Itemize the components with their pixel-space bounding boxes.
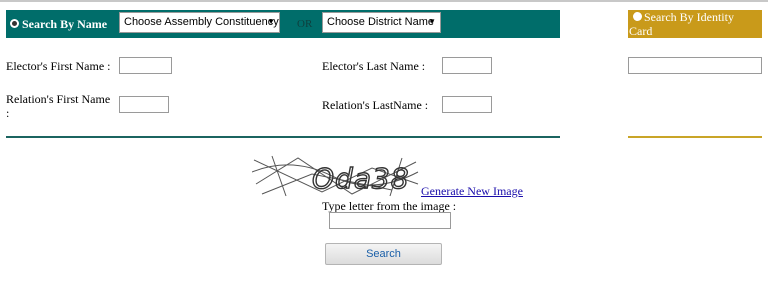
elector-first-name-input[interactable] [119,57,172,74]
search-button[interactable]: Search [325,243,442,265]
elector-first-name-label: Elector's First Name : [6,59,111,73]
identity-section-divider [628,136,762,138]
identity-card-input[interactable] [628,57,762,74]
captcha-text: Oda38 [312,162,410,195]
relation-last-name-input[interactable] [442,96,492,113]
elector-last-name-input[interactable] [442,57,492,74]
dropdown-arrow-icon: ▼ [267,17,275,26]
relation-first-name-input[interactable] [119,96,169,113]
district-select[interactable]: Choose District Name ▼ [322,12,441,33]
search-by-identity-card-bar: Search By Identity Card [628,10,762,38]
search-by-name-radio[interactable] [10,19,19,28]
top-border [0,0,768,2]
or-label: OR [297,18,313,30]
search-by-name-label: Search By Name [22,17,108,31]
dropdown-arrow-icon: ▼ [428,17,436,26]
captcha-image: Oda38 [252,155,419,197]
assembly-constituency-select[interactable]: Choose Assembly Constituency ▼ [119,12,280,33]
relation-last-name-label: Relation's LastName : [322,98,429,112]
district-value: Choose District Name [327,16,434,28]
relation-first-name-label: Relation's First Name : [6,92,111,120]
assembly-constituency-value: Choose Assembly Constituency [124,16,279,28]
search-by-identity-card-label: Search By Identity Card [629,10,734,38]
captcha-input[interactable] [329,212,451,229]
section-divider [6,136,560,138]
elector-last-name-label: Elector's Last Name : [322,59,426,73]
search-by-name-bar: Search By Name Choose Assembly Constitue… [6,10,560,38]
generate-new-image-link[interactable]: Generate New Image [421,184,523,199]
